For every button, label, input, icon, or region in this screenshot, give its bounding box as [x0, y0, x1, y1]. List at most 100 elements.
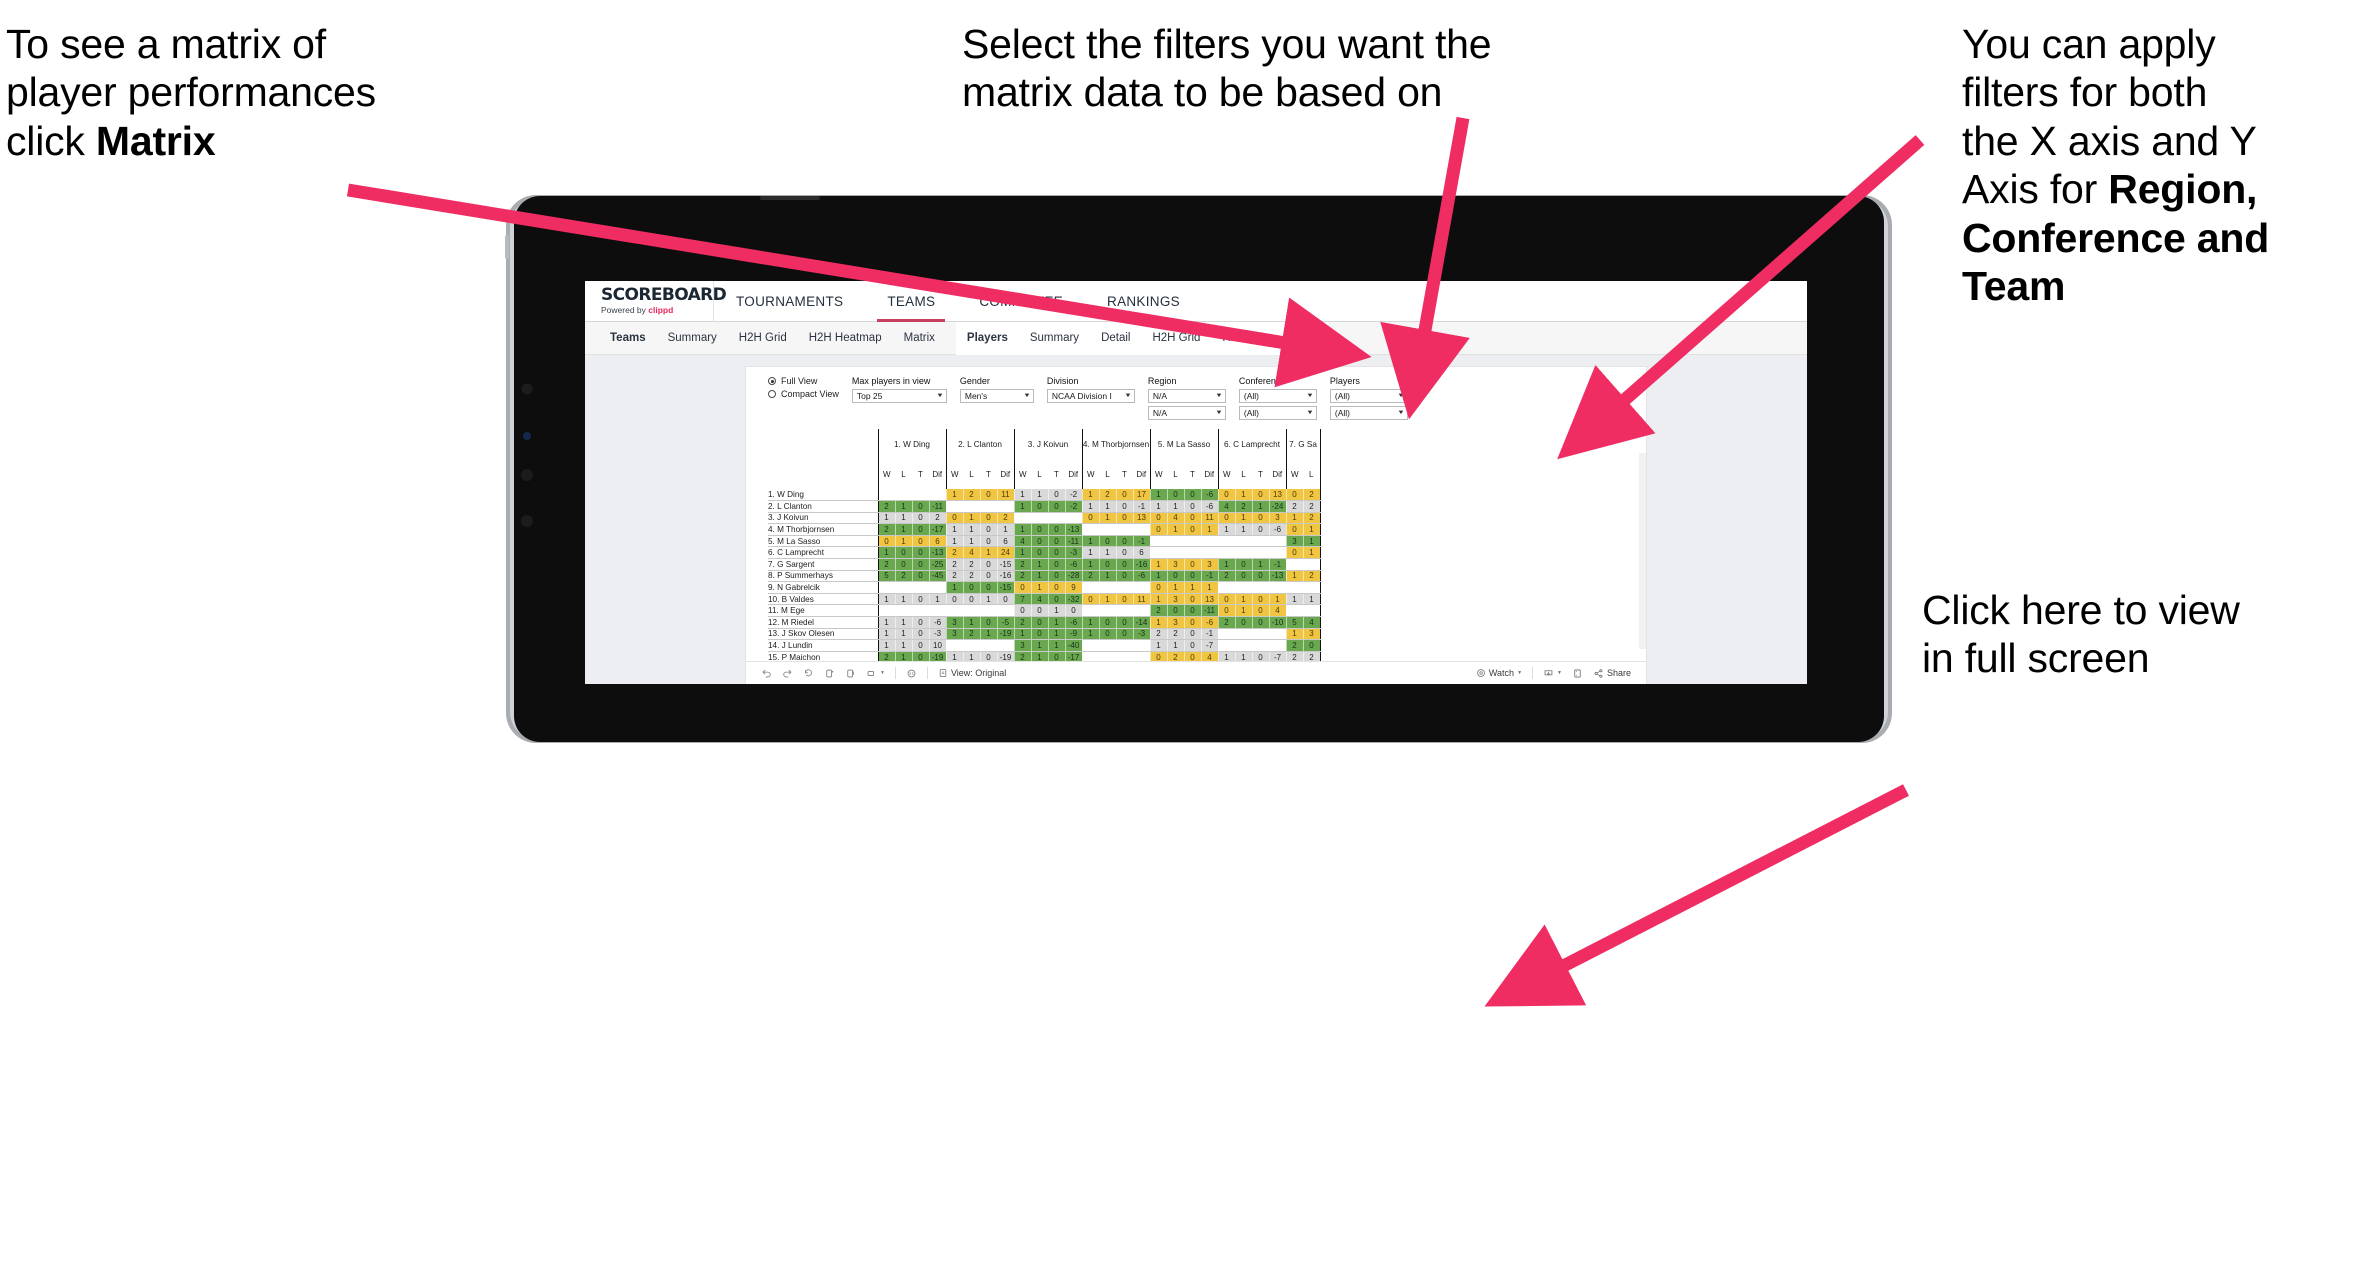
- matrix-cell[interactable]: 3: [1167, 616, 1185, 629]
- matrix-cell[interactable]: [980, 500, 998, 513]
- matrix-cell[interactable]: 0: [1048, 523, 1066, 536]
- matrix-cell[interactable]: 2: [1217, 616, 1236, 629]
- matrix-cell[interactable]: -6: [1065, 558, 1083, 571]
- matrix-cell[interactable]: 2: [1013, 558, 1032, 571]
- matrix-cell[interactable]: 1: [1081, 616, 1100, 629]
- matrix-cell[interactable]: -6: [1201, 489, 1219, 502]
- matrix-cell[interactable]: 1: [980, 546, 998, 560]
- matrix-cell[interactable]: 1: [895, 593, 913, 606]
- matrix-cell[interactable]: 1: [980, 593, 998, 606]
- matrix-cell[interactable]: [1099, 523, 1117, 536]
- matrix-cell[interactable]: 1: [945, 523, 964, 536]
- matrix-cell[interactable]: 1: [1149, 558, 1168, 571]
- matrix-cell[interactable]: 1: [1013, 546, 1032, 560]
- matrix-cell[interactable]: [1303, 558, 1321, 571]
- matrix-cell[interactable]: -6: [1201, 616, 1219, 629]
- matrix-cell[interactable]: 0: [1167, 570, 1185, 583]
- matrix-cell[interactable]: 0: [1184, 593, 1202, 606]
- matrix-cell[interactable]: -3: [929, 628, 947, 641]
- matrix-cell[interactable]: [980, 639, 998, 652]
- filter-gender-select[interactable]: Men's ▼: [959, 389, 1034, 403]
- matrix-cell[interactable]: 1: [1201, 581, 1219, 594]
- matrix-cell[interactable]: [1201, 535, 1219, 548]
- matrix-cell[interactable]: 1: [1285, 628, 1304, 641]
- matrix-cell[interactable]: 0: [1217, 489, 1236, 502]
- matrix-cell[interactable]: -13: [929, 546, 947, 560]
- matrix-cell[interactable]: 3: [945, 616, 964, 629]
- matrix-cell[interactable]: 2: [929, 512, 947, 525]
- matrix-cell[interactable]: 1: [1235, 512, 1253, 525]
- matrix-cell[interactable]: 1: [1013, 628, 1032, 641]
- matrix-cell[interactable]: 3: [1285, 535, 1304, 548]
- matrix-column-header[interactable]: 3. J Koivun: [1013, 429, 1082, 459]
- matrix-cell[interactable]: 7: [1013, 593, 1032, 606]
- matrix-cell[interactable]: 2: [963, 570, 981, 583]
- matrix-cell[interactable]: 0: [980, 535, 998, 548]
- matrix-cell[interactable]: 0: [912, 500, 930, 513]
- matrix-cell[interactable]: 0: [912, 616, 930, 629]
- matrix-cell[interactable]: 0: [997, 593, 1015, 606]
- matrix-cell[interactable]: 1: [1149, 489, 1168, 502]
- matrix-cell[interactable]: [997, 604, 1015, 618]
- matrix-cell[interactable]: 1: [877, 639, 896, 652]
- filter-max-players-select[interactable]: Top 25 ▼: [851, 389, 947, 403]
- matrix-cell[interactable]: 11: [1201, 512, 1219, 525]
- matrix-cell[interactable]: 1: [1167, 581, 1185, 594]
- matrix-cell[interactable]: 2: [945, 546, 964, 560]
- matrix-cell[interactable]: 0: [945, 512, 964, 525]
- matrix-cell[interactable]: [1116, 523, 1134, 536]
- matrix-cell[interactable]: 1: [1081, 489, 1100, 502]
- matrix-cell[interactable]: 2: [877, 523, 896, 536]
- matrix-cell[interactable]: 1: [1081, 500, 1100, 513]
- matrix-cell[interactable]: 0: [1013, 581, 1032, 594]
- matrix-cell[interactable]: [1303, 604, 1321, 618]
- matrix-cell[interactable]: [1149, 535, 1168, 548]
- matrix-cell[interactable]: 1: [1167, 500, 1185, 513]
- matrix-cell[interactable]: 13: [1269, 489, 1287, 502]
- matrix-cell[interactable]: [1269, 535, 1287, 548]
- sub-nav-players-matrix[interactable]: Matrix: [1274, 322, 1327, 355]
- matrix-cell[interactable]: 0: [1252, 512, 1270, 525]
- matrix-cell[interactable]: 1: [1013, 489, 1032, 502]
- matrix-cell[interactable]: [1235, 581, 1253, 594]
- matrix-cell[interactable]: 1: [1081, 535, 1100, 548]
- matrix-cell[interactable]: 1: [929, 593, 947, 606]
- matrix-column-header[interactable]: 4. M Thorbjornsen: [1081, 429, 1150, 459]
- matrix-cell[interactable]: [1167, 546, 1185, 560]
- matrix-row-label[interactable]: 4. M Thorbjornsen: [768, 523, 878, 536]
- matrix-row-label[interactable]: 13. J Skov Olesen: [768, 628, 878, 641]
- matrix-cell[interactable]: [945, 604, 964, 618]
- matrix-cell[interactable]: 0: [912, 523, 930, 536]
- matrix-cell[interactable]: 1: [945, 535, 964, 548]
- matrix-cell[interactable]: [1285, 558, 1304, 571]
- matrix-cell[interactable]: 0: [1031, 535, 1049, 548]
- matrix-cell[interactable]: 2: [1303, 570, 1321, 583]
- matrix-cell[interactable]: 2: [877, 558, 896, 571]
- matrix-cell[interactable]: [1217, 546, 1236, 560]
- refresh-icon[interactable]: [819, 668, 840, 679]
- matrix-column-header[interactable]: 2. L Clanton: [945, 429, 1014, 459]
- matrix-cell[interactable]: [1099, 581, 1117, 594]
- matrix-cell[interactable]: -17: [929, 523, 947, 536]
- matrix-cell[interactable]: 2: [945, 570, 964, 583]
- matrix-cell[interactable]: [997, 500, 1015, 513]
- matrix-cell[interactable]: 1: [877, 628, 896, 641]
- matrix-cell[interactable]: 0: [980, 581, 998, 594]
- matrix-table-container[interactable]: 1. W Ding 2. L Clanton 3. J Koivun 4. M Tho…: [768, 429, 1646, 684]
- filter-region-y-select[interactable]: N/A ▼: [1147, 406, 1226, 420]
- matrix-cell[interactable]: 3: [1013, 639, 1032, 652]
- matrix-cell[interactable]: 0: [1099, 628, 1117, 641]
- matrix-cell[interactable]: [1269, 639, 1287, 652]
- matrix-cell[interactable]: [877, 581, 896, 594]
- brand-logo[interactable]: SCOREBOARD Powered by clippd: [585, 287, 727, 315]
- matrix-cell[interactable]: -9: [1065, 628, 1083, 641]
- matrix-cell[interactable]: 1: [1167, 639, 1185, 652]
- matrix-cell[interactable]: [1081, 523, 1100, 536]
- matrix-cell[interactable]: 1: [1099, 500, 1117, 513]
- matrix-cell[interactable]: 0: [980, 512, 998, 525]
- matrix-cell[interactable]: 1: [1149, 593, 1168, 606]
- matrix-cell[interactable]: [1149, 546, 1168, 560]
- matrix-cell[interactable]: 1: [1031, 570, 1049, 583]
- matrix-cell[interactable]: 2: [1149, 628, 1168, 641]
- matrix-cell[interactable]: [1285, 581, 1304, 594]
